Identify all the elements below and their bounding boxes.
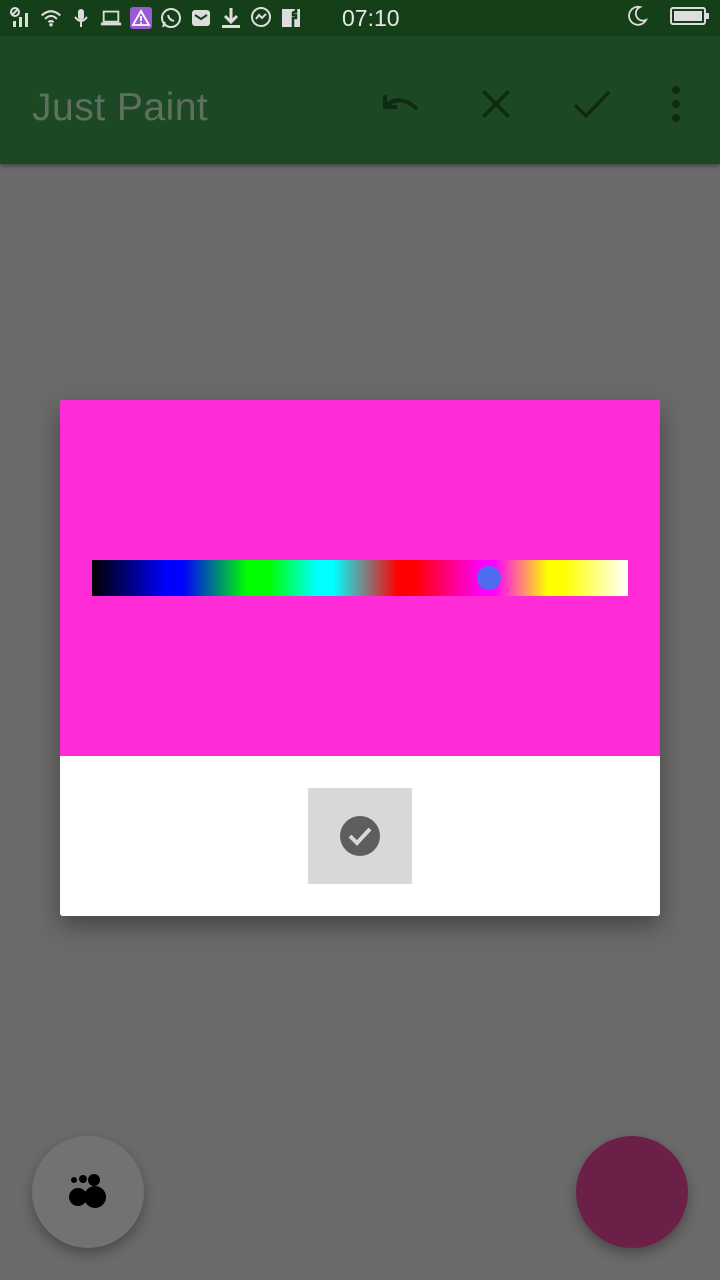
dialog-footer [60, 756, 660, 916]
signal-icon [10, 7, 32, 29]
moon-icon [626, 5, 649, 32]
close-button[interactable] [472, 80, 520, 128]
download-icon [220, 7, 242, 29]
app-bar: Just Paint [0, 36, 720, 164]
warning-icon [130, 7, 152, 29]
laptop-icon [100, 7, 122, 29]
slider-knob[interactable] [476, 566, 501, 590]
confirm-color-button[interactable] [308, 788, 412, 884]
color-swatch-button[interactable] [576, 1136, 688, 1248]
check-icon [573, 90, 611, 119]
mic-icon [70, 7, 92, 29]
color-picker-dialog [60, 400, 660, 916]
wifi-icon [40, 7, 62, 29]
undo-button[interactable] [376, 80, 424, 128]
facebook-icon [280, 7, 302, 29]
battery-icon [670, 6, 710, 31]
status-icons [10, 7, 302, 29]
confirm-button[interactable] [568, 80, 616, 128]
app-title: Just Paint [32, 86, 209, 129]
color-preview [60, 400, 660, 756]
brush-dots-icon [69, 1174, 106, 1208]
status-right [626, 5, 710, 32]
messenger-icon [250, 7, 272, 29]
undo-icon [383, 95, 419, 111]
check-circle-icon [340, 816, 380, 856]
more-vert-icon [672, 86, 680, 122]
mail-icon [190, 7, 212, 29]
brush-size-button[interactable] [32, 1136, 144, 1248]
status-time: 07:10 [342, 4, 400, 31]
status-bar: 07:10 [0, 0, 720, 36]
more-options-button[interactable] [652, 80, 700, 128]
color-spectrum-slider[interactable] [92, 560, 628, 596]
close-icon [481, 89, 511, 119]
whatsapp-icon [160, 7, 182, 29]
